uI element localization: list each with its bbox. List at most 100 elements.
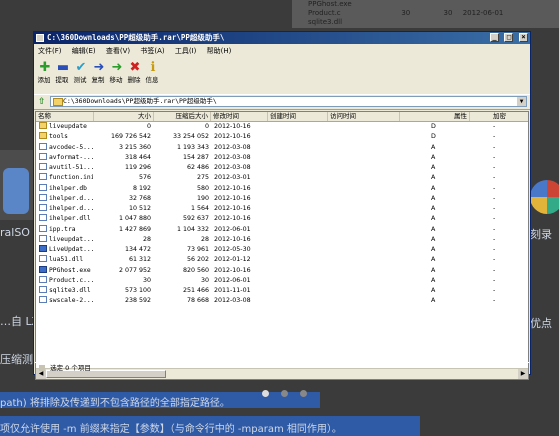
file-size: 318 464 <box>124 153 151 161</box>
file-name-cell: liveupdat... <box>39 234 93 245</box>
file-modified: 2012-10-16 <box>214 215 251 223</box>
column-attributes[interactable]: 属性 <box>400 112 470 121</box>
column-modified[interactable]: 修改时间 <box>211 112 268 121</box>
file-attributes: A <box>431 225 436 233</box>
archive-icon <box>36 34 44 42</box>
file-name-cell: function.ini <box>39 173 93 183</box>
add-button[interactable]: ✚ 添加 <box>37 61 53 85</box>
status-icon <box>39 365 45 371</box>
delete-button[interactable]: ✖ 删除 <box>127 61 143 85</box>
file-encrypted: - <box>493 276 496 284</box>
carousel-dot[interactable] <box>262 390 269 397</box>
file-row[interactable]: lua51.dll 61 312 56 202 2012-01-12 A - <box>36 255 528 265</box>
file-row[interactable]: avutil-51... 119 296 62 486 2012-03-08 A - <box>36 163 528 173</box>
file-name-cell: Product.c... <box>39 275 93 286</box>
menu-edit[interactable]: 编辑(E) <box>68 45 100 57</box>
file-attributes: A <box>431 194 436 202</box>
file-size: 3 215 360 <box>118 143 151 151</box>
file-name: ihelper.dll <box>49 215 91 223</box>
background-file-row: sqlite3.dll <box>308 18 343 26</box>
file-row[interactable]: avcodec-5... 3 215 360 1 193 343 2012-03-08… <box>36 142 528 153</box>
carousel-dots <box>262 382 314 401</box>
column-packed[interactable]: 压缩后大小 <box>154 112 211 121</box>
file-name-cell: avformat-... <box>39 152 93 163</box>
close-button[interactable]: × <box>519 33 528 42</box>
file-encrypted: - <box>493 164 496 171</box>
move-button[interactable]: ➜ 移动 <box>109 61 125 85</box>
file-attributes: A <box>431 205 436 212</box>
file-name: swscale-2... <box>49 297 93 305</box>
background-text: 压缩测 <box>0 353 33 366</box>
file-packed-size: 78 668 <box>186 297 209 305</box>
file-name: ipp.tra <box>49 225 76 233</box>
file-packed-size: 154 287 <box>182 153 209 161</box>
file-row[interactable]: swscale-2... 238 592 78 668 2012-03-08 A - <box>36 296 528 306</box>
file-packed-size: 0 <box>204 123 209 130</box>
add-label: 添加 <box>37 76 51 84</box>
file-row[interactable]: function.ini 576 275 2012-03-01 A - <box>36 173 528 183</box>
column-size[interactable]: 大小 <box>94 112 154 121</box>
file-row[interactable]: avformat-... 318 464 154 287 2012-03-08 A - <box>36 152 528 163</box>
file-row[interactable]: ihelper.d... 32 768 190 2012-10-16 A - <box>36 193 528 204</box>
file-encrypted: - <box>493 123 496 130</box>
chevron-down-icon[interactable]: ▼ <box>517 97 526 106</box>
file-packed-size: 1 564 <box>190 205 209 212</box>
up-folder-icon[interactable]: ⇧ <box>38 97 46 107</box>
file-row[interactable]: liveupdate 0 0 2012-10-16 D - <box>36 122 528 132</box>
status-text: 选定 0 个项目 <box>50 364 91 372</box>
menu-view[interactable]: 查看(V) <box>102 45 134 57</box>
test-button[interactable]: ✔ 测试 <box>73 61 89 85</box>
file-row[interactable]: sqlite3.dll 573 100 251 466 2011-11-01 A - <box>36 286 528 296</box>
menu-bookmarks[interactable]: 书签(A) <box>136 45 168 57</box>
file-encrypted: - <box>493 153 496 161</box>
file-icon <box>39 296 47 304</box>
toolbar: ✚ 添加 ▬ 提取 ✔ 测试 ➜ 复制 ➜ 移动 ✖ 删除 ℹ 信息 <box>34 59 530 89</box>
file-size: 1 047 880 <box>118 215 151 223</box>
file-row[interactable]: ihelper.d... 10 512 1 564 2012-10-16 A - <box>36 204 528 214</box>
file-row[interactable]: ipp.tra 1 427 869 1 104 332 2012-06-01 A - <box>36 224 528 235</box>
file-encrypted: - <box>493 287 496 294</box>
file-row[interactable]: Product.c... 30 30 2012-06-01 A - <box>36 275 528 286</box>
file-row[interactable]: LiveUpdat... 134 472 73 961 2012-05-30 A - <box>36 245 528 255</box>
file-name: tools <box>49 133 68 141</box>
file-modified: 2012-10-16 <box>214 205 251 212</box>
carousel-dot[interactable] <box>300 390 308 397</box>
menu-help[interactable]: 帮助(H) <box>203 45 236 57</box>
maximize-button[interactable]: □ <box>504 33 514 42</box>
file-encrypted: - <box>493 266 496 274</box>
copy-button[interactable]: ➜ 复制 <box>91 61 107 85</box>
column-accessed[interactable]: 访问时间 <box>328 112 400 121</box>
carousel-dot[interactable] <box>281 390 289 397</box>
extract-button[interactable]: ▬ 提取 <box>55 61 71 85</box>
file-list: 名称 大小 压缩后大小 修改时间 创建时间 访问时间 属性 加密 liveupd… <box>35 111 529 380</box>
background-disc-icon <box>530 180 559 214</box>
file-size: 134 472 <box>124 246 151 253</box>
file-name-cell: ihelper.dll <box>39 214 93 224</box>
file-name-cell: avutil-51... <box>39 163 93 173</box>
file-packed-size: 56 202 <box>186 256 209 264</box>
menu-file[interactable]: 文件(F) <box>34 45 66 57</box>
file-icon <box>39 142 47 150</box>
file-modified: 2011-11-01 <box>214 287 251 294</box>
file-row[interactable]: tools 169 726 542 33 254 052 2012-10-16 D - <box>36 132 528 142</box>
address-field[interactable]: C:\360Downloads\PP超级助手.rar\PP超级助手\ ▼ <box>50 96 527 107</box>
file-attributes: A <box>431 184 436 192</box>
window-title: C:\360Downloads\PP超级助手.rar\PP超级助手\ <box>47 33 225 42</box>
file-row[interactable]: ihelper.db 8 192 580 2012-10-16 A - <box>36 183 528 194</box>
minimize-button[interactable]: _ <box>489 33 499 42</box>
info-button[interactable]: ℹ 信息 <box>145 61 161 85</box>
file-row[interactable]: PPGhost.exe 2 077 952 820 560 2012-10-16 A - <box>36 265 528 276</box>
column-name[interactable]: 名称 <box>36 112 94 121</box>
menu-tools[interactable]: 工具(I) <box>171 45 201 57</box>
file-packed-size: 30 <box>200 276 209 284</box>
file-size: 30 <box>142 276 151 284</box>
file-name: PPGhost.exe <box>49 266 91 274</box>
column-encrypted[interactable]: 加密 <box>470 112 528 121</box>
column-created[interactable]: 创建时间 <box>268 112 328 121</box>
file-row[interactable]: ihelper.dll 1 047 880 592 637 2012-10-16 A - <box>36 214 528 224</box>
file-name-cell: LiveUpdat... <box>39 245 93 255</box>
application-icon <box>39 245 47 252</box>
title-bar[interactable]: C:\360Downloads\PP超级助手.rar\PP超级助手\ _ □ × <box>34 32 530 44</box>
file-row[interactable]: liveupdat... 28 28 2012-10-16 A - <box>36 234 528 245</box>
folder-icon <box>39 132 47 140</box>
